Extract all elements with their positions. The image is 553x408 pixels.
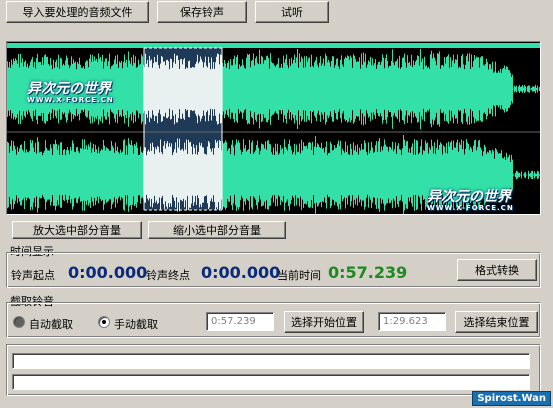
brand-logo-top-text: 异次元の世界 — [27, 81, 111, 97]
amplify-selection-button[interactable]: 放大选中部分音量 — [12, 221, 142, 239]
clip-end-field[interactable]: 1:29.623 — [378, 312, 446, 331]
waveform-view[interactable]: 异次元の世界 WWW.X-FORCE.CN 异次元の世界 WWW.X-FORCE… — [6, 41, 541, 216]
brand-logo-bottom-text: 异次元の世界 — [427, 189, 511, 205]
import-audio-button[interactable]: 导入要处理的音频文件 — [6, 1, 149, 23]
manual-clip-radio[interactable] — [98, 316, 110, 328]
start-point-value: 0:00.000 — [68, 263, 148, 282]
progress-bar-top — [12, 353, 530, 369]
brand-logo-bottom-site: WWW.X-FORCE.CN — [427, 204, 514, 212]
brand-logo-top-site: WWW.X-FORCE.CN — [27, 96, 114, 104]
current-time-value: 0:57.239 — [328, 263, 408, 282]
start-point-label: 铃声起点 — [11, 269, 55, 282]
select-end-button[interactable]: 选择结束位置 — [455, 311, 538, 333]
clip-start-field[interactable]: 0:57.239 — [206, 312, 274, 331]
manual-clip-label[interactable]: 手动截取 — [114, 316, 158, 332]
format-convert-button[interactable]: 格式转换 — [457, 259, 537, 281]
listen-button[interactable]: 试听 — [255, 1, 329, 23]
brand-logo-bottom: 异次元の世界 WWW.X-FORCE.CN — [427, 186, 514, 212]
save-ringtone-button[interactable]: 保存铃声 — [157, 1, 247, 23]
author-watermark: Spirost.Wan — [472, 391, 551, 406]
progress-bar-bottom — [12, 374, 530, 390]
auto-clip-radio[interactable] — [13, 316, 25, 328]
end-point-label: 铃声终点 — [146, 269, 190, 282]
end-point-value: 0:00.000 — [201, 263, 281, 282]
auto-clip-label[interactable]: 自动截取 — [29, 316, 73, 332]
brand-logo-top: 异次元の世界 WWW.X-FORCE.CN — [27, 78, 114, 104]
select-start-button[interactable]: 选择开始位置 — [284, 311, 364, 333]
reduce-selection-button[interactable]: 缩小选中部分音量 — [148, 221, 286, 239]
current-time-label: 当前时间 — [277, 269, 321, 282]
